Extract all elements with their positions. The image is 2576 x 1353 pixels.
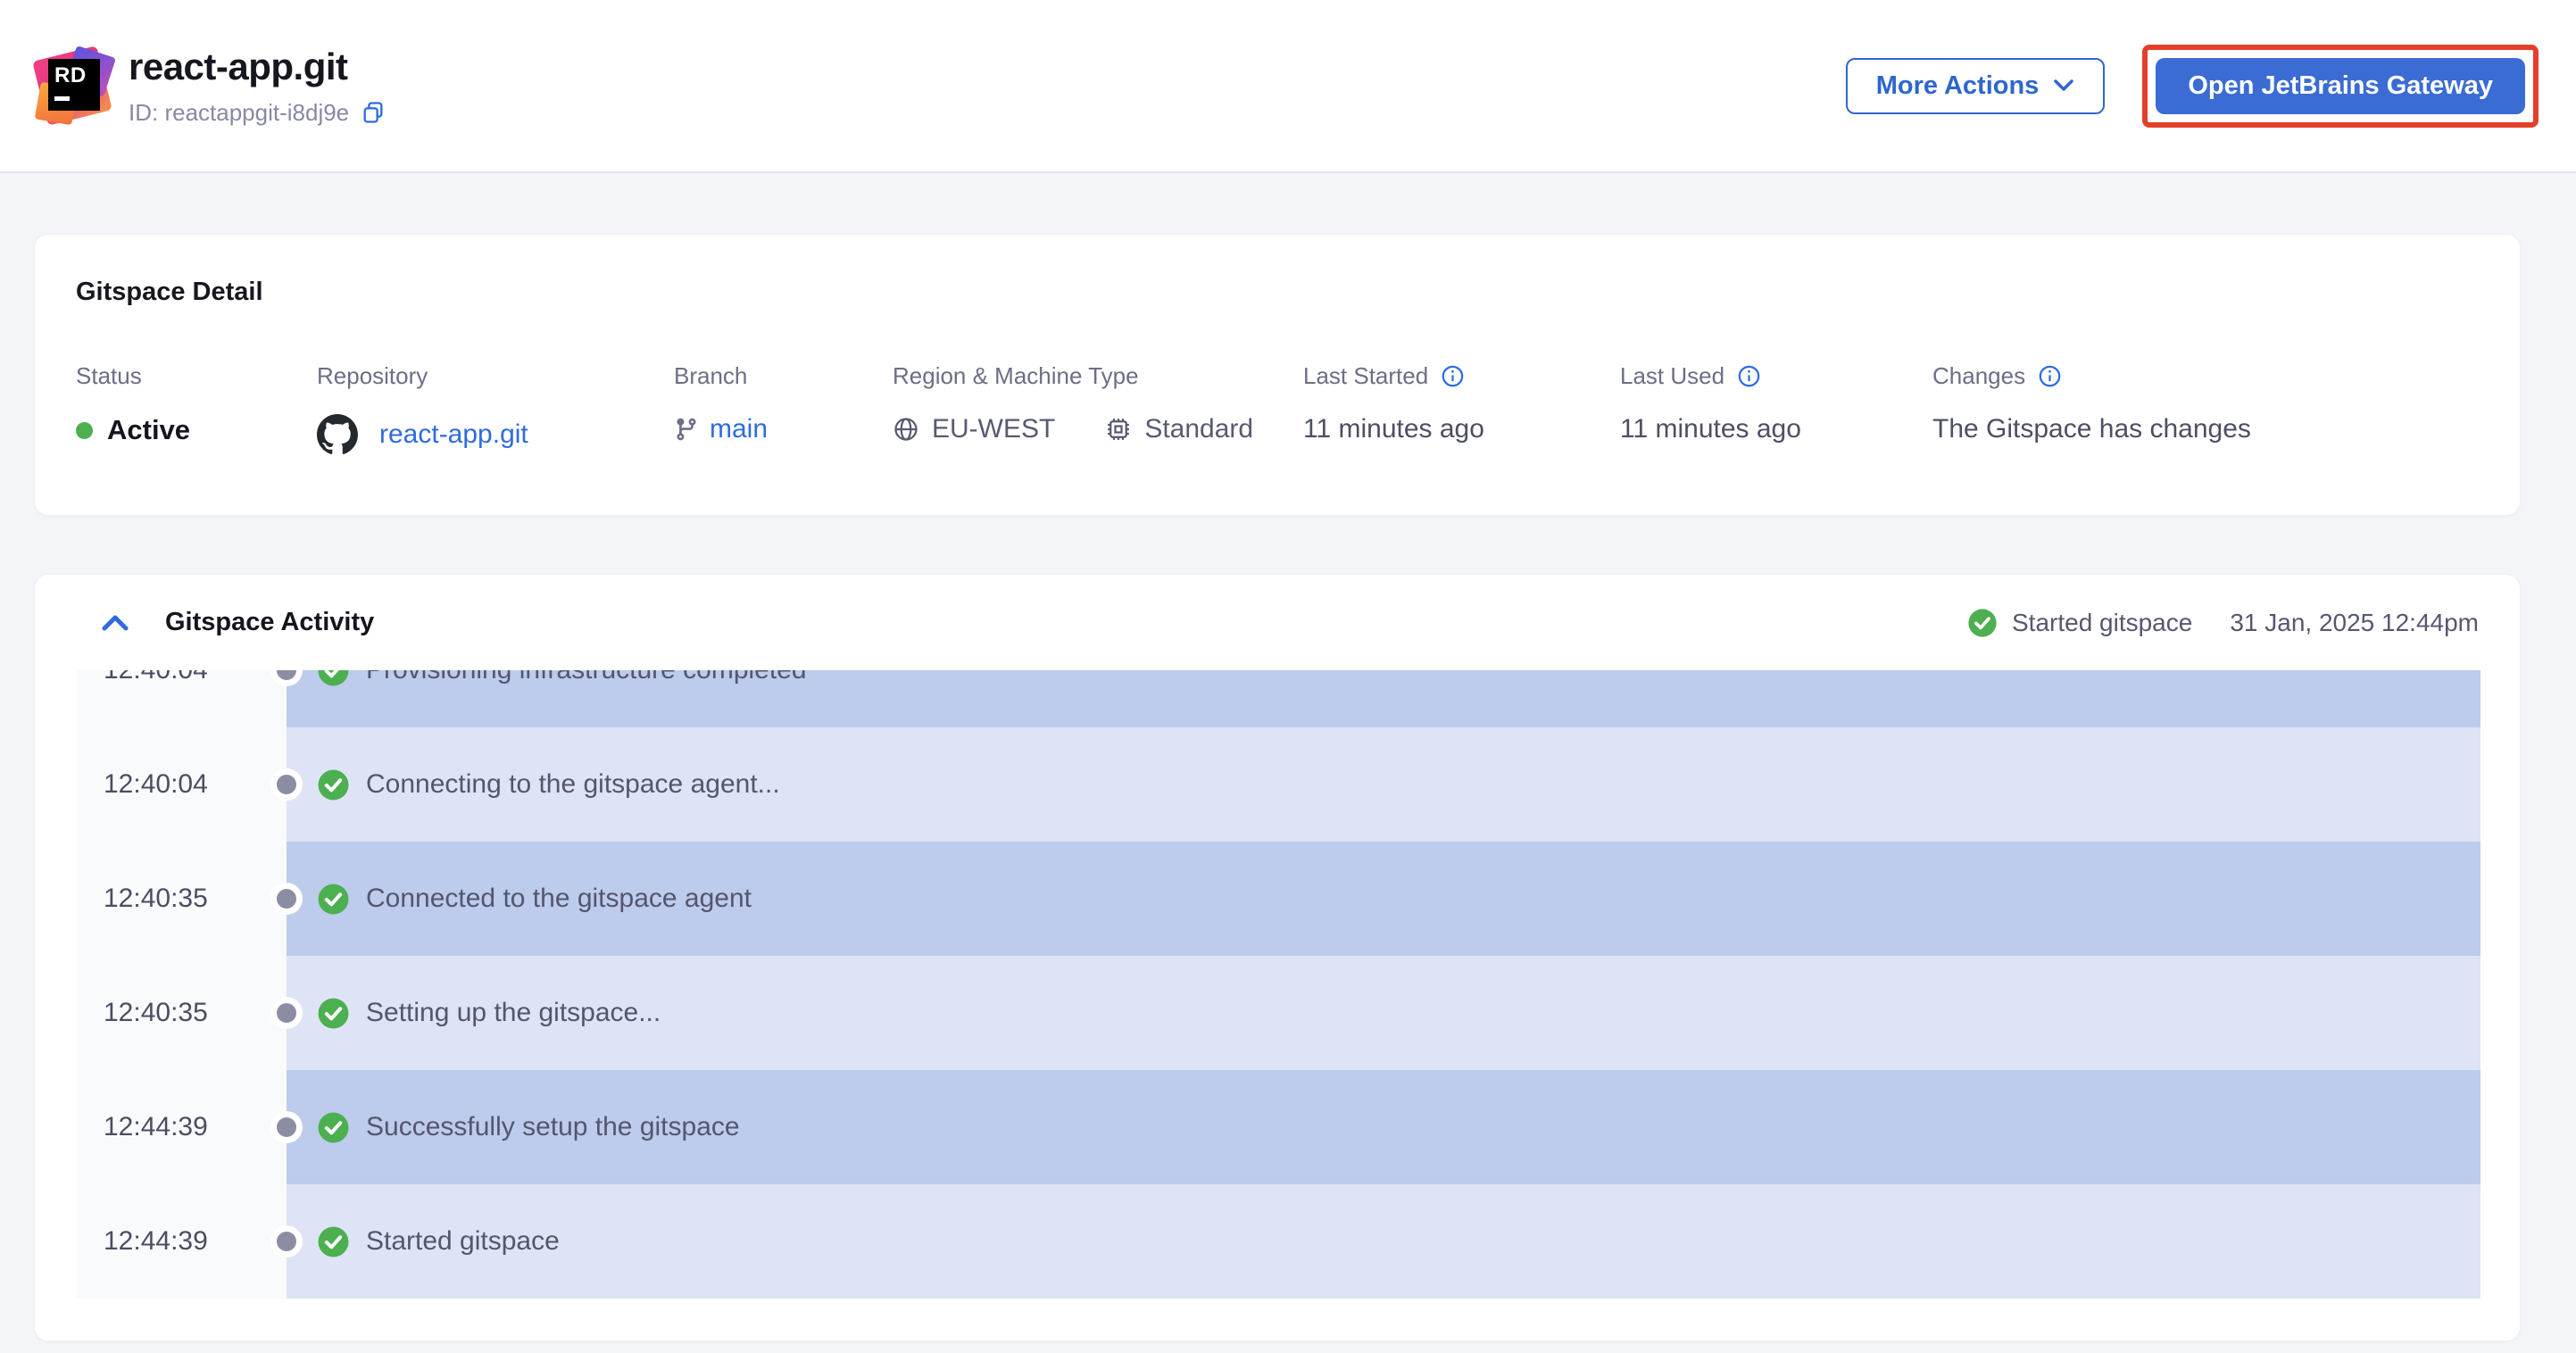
last-started-value: 11 minutes ago [1303,414,1484,444]
logo-underscore [54,96,70,101]
detail-card-title: Gitspace Detail [76,278,263,306]
log-row: 12:40:04 Provisioning infrastructure com… [77,670,2480,727]
log-message: Provisioning infrastructure completed [366,670,807,685]
annotation-highlight-box: Open JetBrains Gateway [2142,44,2539,128]
more-actions-button[interactable]: More Actions [1845,57,2106,114]
activity-status: Started gitspace [1967,608,2192,638]
activity-log-content: 12:40:04 Provisioning infrastructure com… [77,670,2480,1299]
chevron-up-icon [102,615,129,630]
log-row: 12:40:35 Setting up the gitspace... [77,956,2480,1070]
branch-link[interactable]: main [710,414,768,444]
chevron-down-icon [2054,79,2074,91]
activity-log[interactable]: 12:40:04 Provisioning infrastructure com… [77,670,2480,1299]
jetbrains-rider-logo-icon: RD [32,46,116,126]
branch-label: Branch [674,362,748,389]
log-time: 12:44:39 [104,1112,208,1141]
log-row: 12:40:04 Connecting to the gitspace agen… [77,727,2480,842]
collapse-activity-button[interactable] [101,613,129,633]
log-time: 12:40:04 [104,769,208,799]
machine-type-value: Standard [1144,414,1254,444]
activity-status-label: Started gitspace [2011,608,2193,636]
field-region-machine: Region & Machine Type EU-WEST Standard [893,362,1303,455]
cpu-icon [1108,419,1130,440]
check-circle-icon [318,1226,349,1257]
activity-card-title: Gitspace Activity [165,608,375,636]
status-label: Status [76,362,142,389]
log-time: 12:40:35 [104,884,208,913]
log-row: 12:44:39 Started gitspace [77,1184,2480,1299]
page-header: RD react-app.git ID: reactappgit-i8dj9e … [0,0,2576,173]
gitspace-activity-card: Gitspace Activity Started gitspace 31 Ja… [34,574,2521,1341]
log-time: 12:40:04 [104,670,208,685]
copy-icon[interactable] [361,100,386,125]
field-status: Status Active [76,362,317,455]
info-icon[interactable] [1737,364,1761,388]
check-circle-icon [318,670,349,685]
info-icon[interactable] [1441,364,1465,388]
log-message: Connected to the gitspace agent [366,884,752,913]
status-dot-icon [76,421,93,439]
page-title: react-app.git [129,45,348,87]
region-value: EU-WEST [932,414,1056,444]
check-circle-icon [318,1112,349,1142]
repository-link[interactable]: react-app.git [379,419,528,450]
status-value: Active [107,414,191,445]
region-machine-label: Region & Machine Type [893,362,1139,389]
timeline-dot-icon [277,775,296,794]
logo-monogram: RD [48,59,100,111]
repository-label: Repository [317,362,428,389]
globe-icon [894,418,918,441]
log-row: 12:44:39 Successfully setup the gitspace [77,1070,2480,1184]
info-icon[interactable] [2038,364,2062,388]
log-time: 12:44:39 [104,1226,208,1256]
github-icon [317,414,358,454]
header-actions: More Actions Open JetBrains Gateway [1845,44,2539,128]
more-actions-label: More Actions [1875,71,2040,100]
log-message: Setting up the gitspace... [366,998,661,1027]
title-block: react-app.git ID: reactappgit-i8dj9e [129,46,386,127]
open-jetbrains-gateway-button[interactable]: Open JetBrains Gateway [2156,57,2525,114]
log-message: Started gitspace [366,1226,560,1256]
timeline-dot-icon [277,889,296,909]
changes-value: The Gitspace has changes [1932,414,2251,444]
check-circle-icon [318,884,349,914]
field-branch: Branch main [674,362,893,455]
changes-label: Changes [1932,362,2026,389]
check-circle-icon [1968,608,1997,637]
log-row: 12:40:35 Connected to the gitspace agent [77,842,2480,956]
log-message: Successfully setup the gitspace [366,1112,740,1141]
field-changes: Changes The Gitspace has changes [1932,362,2479,455]
activity-header: Gitspace Activity Started gitspace 31 Ja… [35,575,2520,670]
timeline-dot-icon [277,1232,296,1251]
field-last-started: Last Started 11 minutes ago [1303,362,1620,455]
gitspace-id: ID: reactappgit-i8dj9e [129,98,350,126]
activity-status-date: 31 Jan, 2025 12:44pm [2230,608,2479,636]
log-message: Connecting to the gitspace agent... [366,769,780,799]
git-branch-icon [677,418,696,441]
timeline-dot-icon [277,1117,296,1137]
field-repository: Repository react-app.git [317,362,674,455]
gitspace-detail-card: Gitspace Detail Status Active Repository… [34,234,2521,516]
timeline-dot-icon [277,1003,296,1023]
log-time: 12:40:35 [104,998,208,1027]
last-used-label: Last Used [1620,362,1725,389]
last-started-label: Last Started [1303,362,1429,389]
check-circle-icon [318,769,349,800]
last-used-value: 11 minutes ago [1620,414,1801,444]
field-last-used: Last Used 11 minutes ago [1620,362,1932,455]
check-circle-icon [318,998,349,1028]
